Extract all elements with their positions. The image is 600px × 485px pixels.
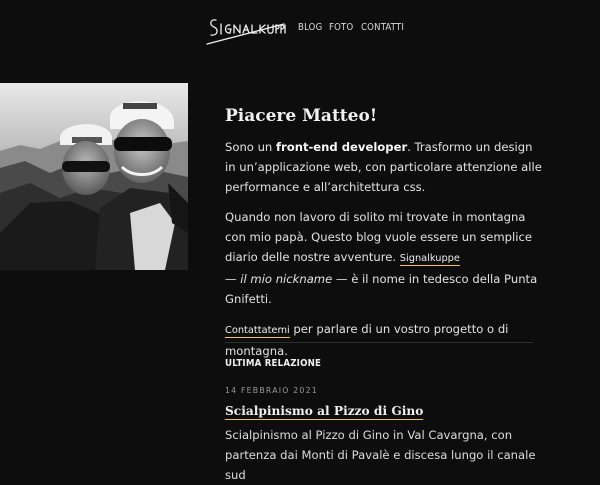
intro-paragraph-2: Quando non lavoro di solito mi trovate i…	[225, 207, 545, 309]
nav-link-blog[interactable]: BLOG	[298, 22, 322, 33]
site-header: BLOG FOTO CONTATTI	[0, 0, 600, 62]
nickname-text: il mio nickname	[240, 272, 333, 286]
nav-link-foto[interactable]: FOTO	[329, 22, 353, 33]
intro-text: Quando non lavoro di solito mi trovate i…	[225, 210, 532, 264]
post-excerpt: Scialpinismo al Pizzo di Gino in Val Cav…	[225, 428, 536, 482]
nav-link-contatti[interactable]: CONTATTI	[361, 22, 404, 33]
site-logo[interactable]	[206, 14, 286, 50]
intro-section: Piacere Matteo! Sono un front-end develo…	[225, 105, 545, 371]
profile-photo	[0, 83, 188, 270]
intro-greeting: Piacere Matteo!	[225, 106, 378, 126]
post-title-link[interactable]: Scialpinismo al Pizzo di Gino	[225, 404, 424, 420]
intro-text: Sono un	[225, 140, 276, 154]
contact-link[interactable]: Contattatemi	[225, 325, 290, 338]
signalkuppe-logo-icon	[206, 19, 286, 45]
intro-paragraph-1: Sono un front-end developer. Trasformo u…	[225, 137, 545, 197]
intro-text: —	[225, 272, 241, 286]
post-date: 14 FEBBRAIO 2021	[225, 386, 318, 395]
section-divider	[225, 342, 533, 343]
latest-report-heading: ULTIMA RELAZIONE	[225, 358, 322, 369]
intro-paragraph-3: Contattatemi per parlare di un vostro pr…	[225, 319, 545, 361]
intro-highlight: front-end developer	[275, 140, 408, 154]
signalkuppe-link[interactable]: Signalkuppe	[399, 253, 460, 266]
